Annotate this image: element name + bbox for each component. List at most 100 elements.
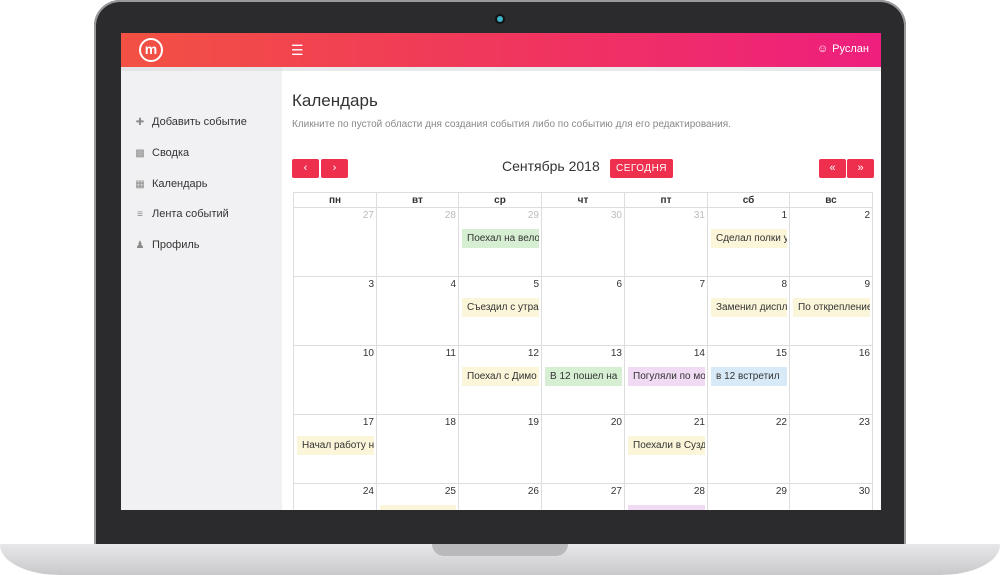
day-cell[interactable]: 25 Утром занятие — [376, 483, 459, 510]
day-number: 14 — [693, 348, 705, 359]
day-cell[interactable]: 28 Тусили вечером — [624, 483, 708, 510]
id-card-icon: ▩ — [135, 147, 145, 159]
day-number: 7 — [699, 279, 705, 290]
day-cell[interactable]: 26 — [458, 483, 542, 510]
day-number: 13 — [610, 348, 622, 359]
day-cell[interactable]: 31 — [624, 207, 708, 277]
day-cell[interactable]: 20 — [541, 414, 625, 484]
calendar-event[interactable]: Утром занятие — [380, 505, 456, 510]
day-cell[interactable]: 18 — [376, 414, 459, 484]
sidebar-item-add-event[interactable]: ✚ Добавить событие — [133, 112, 247, 132]
prev-month-button[interactable]: ‹ — [292, 159, 319, 178]
calendar-event[interactable]: Заменил дисплей — [711, 298, 787, 317]
sidebar-item-label: Добавить событие — [152, 116, 247, 128]
calendar-event[interactable]: Поехал с Димо — [462, 367, 539, 386]
sidebar-item-feed[interactable]: ≡ Лента событий — [133, 204, 229, 224]
day-number: 8 — [781, 279, 787, 290]
menu-icon[interactable]: ☰ — [291, 42, 304, 59]
calendar-event[interactable]: в 12 встретил — [711, 367, 787, 386]
day-cell[interactable]: 11 — [376, 345, 459, 415]
calendar-event[interactable]: Тусили вечером — [628, 505, 705, 510]
day-cell[interactable]: 2 — [789, 207, 873, 277]
day-number: 9 — [864, 279, 870, 290]
sidebar-item-calendar[interactable]: ▦ Календарь — [133, 174, 207, 194]
camera-icon — [497, 16, 503, 22]
day-cell[interactable]: 23 — [789, 414, 873, 484]
day-cell[interactable]: 19 — [458, 414, 542, 484]
day-number: 17 — [362, 417, 374, 428]
day-cell[interactable]: 22 — [707, 414, 790, 484]
day-cell[interactable]: 17 Начал работу н — [293, 414, 377, 484]
day-number: 29 — [775, 486, 787, 497]
day-number: 26 — [527, 486, 539, 497]
day-cell[interactable]: 8 Заменил дисплей — [707, 276, 790, 346]
day-number: 21 — [693, 417, 705, 428]
day-number: 31 — [693, 210, 705, 221]
main-content: Календарь Кликните по пустой области дня… — [282, 67, 881, 510]
calendar-event[interactable]: Съездил с утра — [462, 298, 539, 317]
user-name: Руслан — [832, 43, 869, 55]
sidebar-item-label: Лента событий — [152, 208, 229, 220]
day-number: 19 — [527, 417, 539, 428]
day-cell[interactable]: 9 По открепление — [789, 276, 873, 346]
user-icon: ♟ — [135, 239, 145, 251]
calendar-event[interactable]: В 12 пошел на — [545, 367, 622, 386]
day-cell[interactable]: 30 — [541, 207, 625, 277]
day-cell[interactable]: 4 — [376, 276, 459, 346]
weekday-header: вс — [789, 192, 873, 208]
day-number: 16 — [858, 348, 870, 359]
day-number: 2 — [864, 210, 870, 221]
day-number: 30 — [610, 210, 622, 221]
weekday-header: ср — [458, 192, 542, 208]
day-cell[interactable]: 21 Поехали в Суздаль — [624, 414, 708, 484]
day-cell[interactable]: 28 — [376, 207, 459, 277]
calendar-event[interactable]: По открепление — [793, 298, 870, 317]
day-cell[interactable]: 14 Погуляли по мо — [624, 345, 708, 415]
day-cell[interactable]: 24 — [293, 483, 377, 510]
day-number: 3 — [368, 279, 374, 290]
next-month-button[interactable]: › — [321, 159, 348, 178]
day-cell[interactable]: 27 — [293, 207, 377, 277]
user-menu[interactable]: ☺ Руслан — [817, 43, 869, 55]
calendar-event[interactable]: Погуляли по мо — [628, 367, 705, 386]
weekday-header: пт — [624, 192, 708, 208]
list-icon: ≡ — [137, 208, 143, 220]
day-cell[interactable]: 16 — [789, 345, 873, 415]
sidebar-item-profile[interactable]: ♟ Профиль — [133, 235, 200, 255]
day-cell[interactable]: 29 Поехал на вело — [458, 207, 542, 277]
day-number: 1 — [781, 210, 787, 221]
day-cell[interactable]: 29 — [707, 483, 790, 510]
calendar-event[interactable]: Сделал полки у — [711, 229, 787, 248]
day-cell[interactable]: 13 В 12 пошел на — [541, 345, 625, 415]
day-number: 6 — [616, 279, 622, 290]
logo-icon[interactable]: m — [139, 38, 163, 62]
day-cell[interactable]: 1 Сделал полки у — [707, 207, 790, 277]
sidebar-item-summary[interactable]: ▩ Сводка — [133, 143, 189, 163]
prev-year-button[interactable]: « — [819, 159, 846, 178]
day-cell[interactable]: 12 Поехал с Димо — [458, 345, 542, 415]
day-cell[interactable]: 10 — [293, 345, 377, 415]
weekday-header: пн — [293, 192, 377, 208]
day-number: 4 — [450, 279, 456, 290]
day-cell[interactable]: 7 — [624, 276, 708, 346]
calendar-event[interactable]: Поехал на вело — [462, 229, 539, 248]
day-cell[interactable]: 3 — [293, 276, 377, 346]
weekday-header: чт — [541, 192, 625, 208]
calendar-event[interactable]: Начал работу н — [297, 436, 374, 455]
day-cell[interactable]: 15 в 12 встретил — [707, 345, 790, 415]
calendar-event[interactable]: Поехали в Суздаль — [628, 436, 705, 455]
day-number: 24 — [362, 486, 374, 497]
day-cell[interactable]: 30 — [789, 483, 873, 510]
day-number: 22 — [775, 417, 787, 428]
weekday-header: вт — [376, 192, 459, 208]
day-cell[interactable]: 27 — [541, 483, 625, 510]
today-button[interactable]: СЕГОДНЯ — [610, 159, 674, 178]
day-number: 30 — [858, 486, 870, 497]
day-cell[interactable]: 6 — [541, 276, 625, 346]
laptop-notch — [432, 544, 568, 556]
calendar-icon: ▦ — [135, 178, 145, 190]
month-label: Сентябрь 2018 — [502, 158, 600, 174]
next-year-button[interactable]: » — [847, 159, 874, 178]
day-cell[interactable]: 5 Съездил с утра — [458, 276, 542, 346]
day-number: 11 — [445, 348, 456, 359]
